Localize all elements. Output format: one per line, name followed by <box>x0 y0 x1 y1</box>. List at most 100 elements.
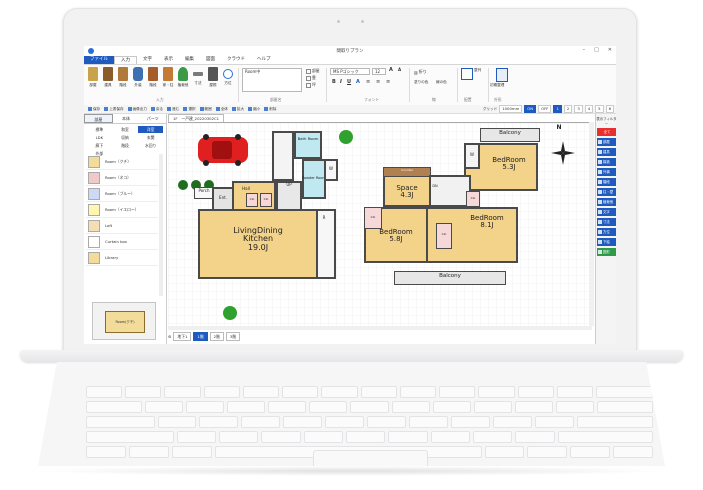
italic-icon[interactable]: I <box>340 79 342 85</box>
tab-text[interactable]: 文字 <box>137 56 158 64</box>
close-button[interactable]: ✕ <box>608 47 612 53</box>
door-button[interactable]: 建具 <box>101 67 115 88</box>
align-left-icon[interactable]: ≡ <box>366 79 370 85</box>
maximize-button[interactable]: □ <box>594 47 599 53</box>
dimension-button[interactable]: 寸法 <box>191 67 205 86</box>
tab-parts[interactable]: パーツ <box>139 114 166 123</box>
category-japanese[interactable]: 和室 <box>113 126 138 133</box>
font-name-select[interactable]: MS Pゴシック <box>330 68 370 75</box>
list-item[interactable]: Room（ネコ） <box>86 170 158 186</box>
category-water[interactable]: 水回り <box>138 142 163 149</box>
tab-edit[interactable]: 編集 <box>179 56 200 64</box>
list-item[interactable]: Curtain box <box>86 234 158 250</box>
minimize-button[interactable]: – <box>583 47 586 53</box>
align-right-icon[interactable]: ≡ <box>386 79 390 85</box>
tab-body[interactable]: 本体 <box>113 114 140 123</box>
list-item[interactable]: Loft <box>86 218 158 234</box>
area-checkbox[interactable]: 畳 <box>306 75 316 81</box>
fill-color-button[interactable]: 塗りの色 <box>414 80 428 85</box>
filter-underlay-button[interactable]: 下絵 <box>597 238 616 246</box>
page-5-button[interactable]: 5 <box>595 105 604 113</box>
page-1-button[interactable]: 1 <box>553 105 562 113</box>
house-button[interactable]: 家・柱 <box>161 67 175 88</box>
underline-icon[interactable]: U <box>347 79 351 85</box>
grid-off-button[interactable]: OFF <box>538 105 552 113</box>
category-ldk[interactable]: LDK <box>87 134 112 141</box>
filter-dimension-button[interactable]: 寸法 <box>597 218 616 226</box>
category-entrance[interactable]: 玄関 <box>138 134 163 141</box>
font-size-select[interactable]: 12 <box>372 68 386 75</box>
font-shrink-icon[interactable]: A <box>398 67 401 72</box>
fit-button[interactable]: 初期整理 <box>490 83 504 88</box>
floor-2-tab[interactable]: 2階 <box>209 331 224 341</box>
redo-button[interactable]: 進む <box>167 106 179 112</box>
filter-room-button[interactable]: 部屋 <box>597 138 616 146</box>
filter-wall-button[interactable]: 柱・壁 <box>597 188 616 196</box>
list-scrollbar[interactable] <box>159 154 163 296</box>
horizontal-scrollbar[interactable] <box>168 326 592 330</box>
toilet-room[interactable] <box>272 131 294 181</box>
undo-button[interactable]: 戻る <box>150 106 163 112</box>
grid-on-button[interactable]: ON <box>524 105 537 113</box>
plants-button[interactable]: 植栽他 <box>176 67 190 88</box>
page-4-button[interactable]: 4 <box>584 105 594 113</box>
line-color-button[interactable]: 線の色 <box>436 80 447 85</box>
filter-shape-button[interactable]: 図形 <box>597 248 616 256</box>
roof-button[interactable]: 屋根 <box>206 67 220 88</box>
page-6-button[interactable]: 6 <box>605 105 614 113</box>
tab-room[interactable]: 部屋 <box>84 114 113 123</box>
list-item[interactable]: Room（イエロー） <box>86 202 158 218</box>
list-item[interactable]: Library <box>86 250 158 266</box>
filter-stairs-button[interactable]: 階段 <box>597 178 616 186</box>
floor-plan-canvas[interactable]: LivingDining Kitchen 19.0J Porch Ent. Hall… <box>168 122 592 327</box>
save-button[interactable]: 保存 <box>88 106 100 112</box>
font-grow-icon[interactable]: A <box>389 67 393 73</box>
stairs-button[interactable]: 階段 <box>116 67 130 88</box>
staircase-button[interactable]: 階段 <box>146 67 160 88</box>
zoom-out-button[interactable]: 縮小 <box>248 106 260 112</box>
settings-gear-icon[interactable]: ⚙ <box>168 334 171 339</box>
vertical-scrollbar[interactable] <box>589 122 594 326</box>
floor-b1-tab[interactable]: 地下1 <box>173 331 192 341</box>
fit-all-button[interactable]: 全体 <box>215 106 228 112</box>
category-western[interactable]: 洋室 <box>138 126 163 133</box>
category-storage[interactable]: 収納 <box>113 134 138 141</box>
delete-button[interactable]: 削除 <box>264 106 276 112</box>
tab-help[interactable]: ヘルプ <box>251 56 277 64</box>
list-item[interactable]: Room（クチ） <box>86 154 158 170</box>
zoom-in-button[interactable]: 拡大 <box>231 106 244 112</box>
category-hallway[interactable]: 廊下 <box>87 142 112 149</box>
export-button[interactable]: 画像出力 <box>127 106 147 112</box>
overwrite-button[interactable]: 上書保存 <box>104 106 124 112</box>
floor-3-tab[interactable]: 3階 <box>225 331 241 341</box>
align-center-icon[interactable]: ≡ <box>376 79 380 85</box>
page-3-button[interactable]: 3 <box>574 105 583 113</box>
filter-text-button[interactable]: 文字 <box>597 208 616 216</box>
fit-icon[interactable] <box>496 68 508 82</box>
filter-door-button[interactable]: 建具 <box>597 148 616 156</box>
layout-button[interactable]: 整列 <box>474 68 481 73</box>
select-button[interactable]: 選択 <box>183 106 196 112</box>
filter-structure-button[interactable]: 構造 <box>597 158 616 166</box>
bold-icon[interactable]: B <box>332 79 336 85</box>
tab-cloud[interactable]: クラウド <box>221 56 251 64</box>
exterior-button[interactable]: 外装 <box>131 67 145 88</box>
category-standard[interactable]: 標準 <box>87 126 112 133</box>
filter-exterior-button[interactable]: 外構 <box>597 168 616 176</box>
tab-drawing[interactable]: 図面 <box>200 56 221 64</box>
tab-input[interactable]: 入力 <box>114 56 137 64</box>
filter-plants-button[interactable]: 植栽他 <box>597 198 616 206</box>
tsubo-checkbox[interactable]: 坪 <box>306 82 316 88</box>
wrap-button[interactable]: ▥ 折り <box>414 69 427 75</box>
filter-compass-button[interactable]: 方位 <box>597 228 616 236</box>
stairs-2f[interactable] <box>429 175 471 207</box>
room-checkbox[interactable]: 部屋 <box>306 68 320 74</box>
page-2-button[interactable]: 2 <box>563 105 573 113</box>
room-button[interactable]: 部屋 <box>86 67 100 88</box>
room-name-input[interactable]: Room中 <box>242 68 302 92</box>
list-item[interactable]: Room（ブルー） <box>86 186 158 202</box>
filter-all-button[interactable]: 全て <box>597 128 616 136</box>
grid-size-select[interactable]: 1000mm <box>499 105 523 113</box>
category-stairs[interactable]: 階段 <box>113 142 138 149</box>
tab-view[interactable]: 表示 <box>158 56 179 64</box>
